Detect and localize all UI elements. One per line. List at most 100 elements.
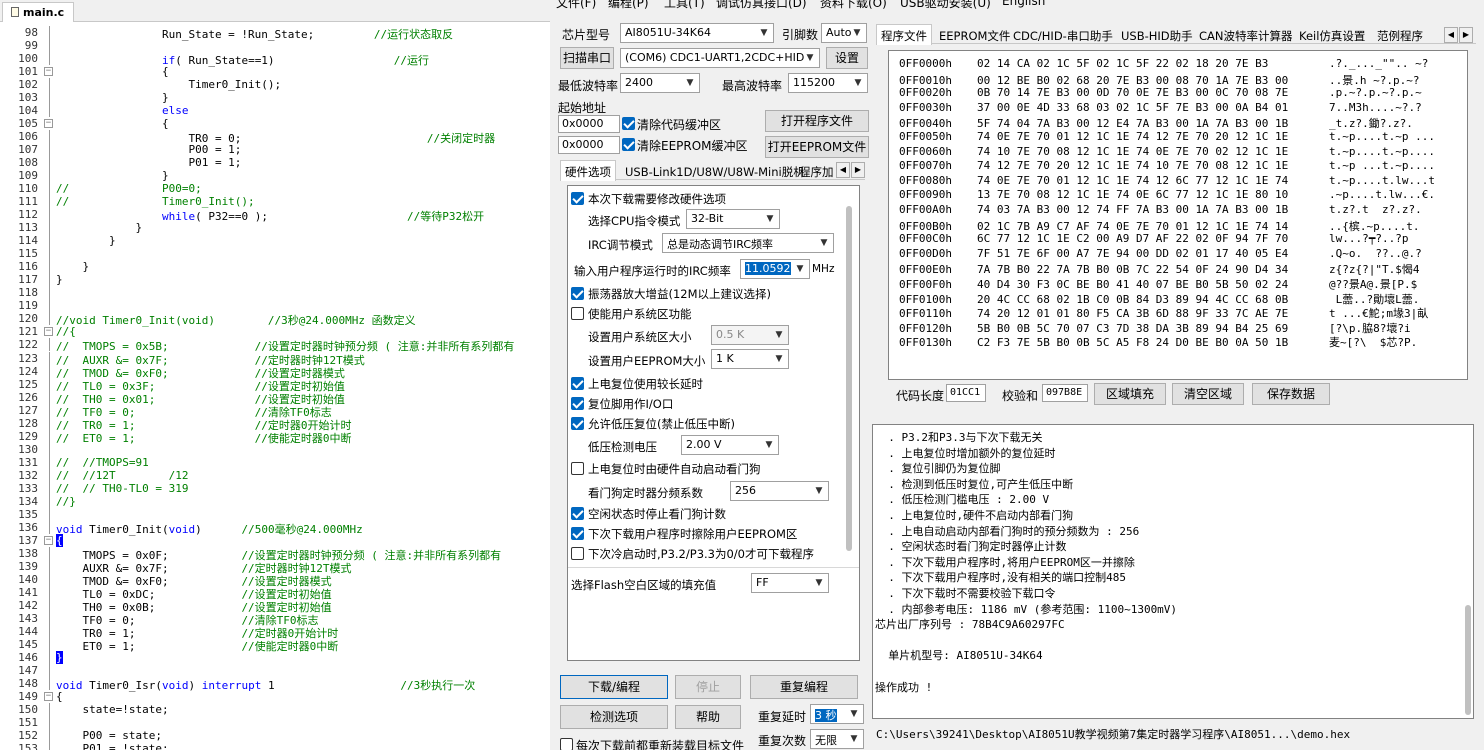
repeat-count-select[interactable]: 无限 ▼ xyxy=(810,729,864,749)
hex-bytes[interactable]: 37 00 0E 4D 33 68 03 02 1C 5F 7E B3 00 0… xyxy=(977,101,1329,114)
stop-button[interactable]: 停止 xyxy=(675,675,741,699)
clear-area-button[interactable]: 清空区域 xyxy=(1172,383,1244,405)
chip-model-select[interactable]: AI8051U-34K64 ▼ xyxy=(620,23,774,43)
code-start-address-input[interactable]: 0x0000 xyxy=(558,115,620,133)
p32-p33-checkbox[interactable] xyxy=(571,547,584,560)
hex-row[interactable]: 0FF0090h 13 7E 70 08 12 1C 1E 74 0E 6C 77… xyxy=(899,188,1435,201)
check-options-button[interactable]: 检测选项 xyxy=(560,705,668,729)
open-program-file-button[interactable]: 打开程序文件 xyxy=(765,110,869,132)
help-button[interactable]: 帮助 xyxy=(675,705,741,729)
hex-bytes[interactable]: 7A 7B B0 22 7A 7B B0 0B 7C 22 54 0F 24 9… xyxy=(977,263,1329,276)
hex-bytes[interactable]: 0B 70 14 7E B3 00 0D 70 0E 7E B3 00 0C 7… xyxy=(977,86,1329,99)
serial-port-select[interactable]: (COM6) CDC1-UART1,2CDC+HID ▼ xyxy=(620,48,820,68)
hex-bytes[interactable]: 74 0E 7E 70 01 12 1C 1E 74 12 6C 77 12 1… xyxy=(977,174,1329,187)
hex-ascii[interactable]: 麦~[?\ $芯?P. xyxy=(1329,336,1417,349)
hex-row[interactable]: 0FF0030h 37 00 0E 4D 33 68 03 02 1C 5F 7E… xyxy=(899,101,1422,114)
hex-bytes[interactable]: 74 0E 7E 70 01 12 1C 1E 74 12 7E 70 20 1… xyxy=(977,130,1329,143)
menu-tools[interactable]: 工具(T) xyxy=(664,0,705,11)
code-line[interactable]: { xyxy=(56,117,169,130)
user-sys-size-select[interactable]: 0.5 K ▼ xyxy=(711,325,789,345)
hex-bytes[interactable]: 13 7E 70 08 12 1C 1E 74 0E 6C 77 12 1C 1… xyxy=(977,188,1329,201)
min-baud-select[interactable]: 2400 ▼ xyxy=(620,73,700,93)
repeat-program-button[interactable]: 重复编程 xyxy=(750,675,858,699)
code-line[interactable]: else xyxy=(56,104,189,117)
fold-gutter[interactable]: − xyxy=(44,119,53,128)
hex-ascii[interactable]: [?\p.脇8?壞?i xyxy=(1329,322,1411,335)
menu-usb-driver[interactable]: USB驱动安装(U) xyxy=(900,0,991,11)
hex-ascii[interactable]: t.~p....t.~p ... xyxy=(1329,130,1435,143)
code-line[interactable]: //} xyxy=(56,495,76,508)
eeprom-start-address-input[interactable]: 0x0000 xyxy=(558,136,620,154)
tab-cdc-serial-helper[interactable]: CDC/HID-串口助手 xyxy=(1008,24,1118,44)
code-line[interactable]: // Timer0_Init(); xyxy=(56,195,255,208)
tab-eeprom-file[interactable]: EEPROM文件 xyxy=(934,24,1015,44)
modify-hw-options-checkbox[interactable] xyxy=(571,192,584,205)
fold-gutter[interactable]: − xyxy=(44,536,53,545)
code-line[interactable]: } xyxy=(56,234,116,247)
scan-port-button[interactable]: 扫描串口 xyxy=(560,47,614,69)
code-line[interactable]: state=!state; xyxy=(56,703,168,716)
code-line[interactable]: { xyxy=(56,534,63,547)
code-editor[interactable]: main.c 98 Run_State = !Run_State; //运行状态… xyxy=(0,0,550,750)
hex-ascii[interactable]: .Q~o. ??..@.? xyxy=(1329,247,1422,260)
hex-bytes[interactable]: 5F 74 04 7A B3 00 12 E4 7A B3 00 1A 7A B… xyxy=(977,117,1329,130)
code-line[interactable]: P01 = !state; xyxy=(56,742,168,750)
tab-hardware-options[interactable]: 硬件选项 xyxy=(560,160,616,181)
hex-ascii[interactable]: ..{槟.~p....t. xyxy=(1329,220,1419,233)
hex-bytes[interactable]: 5B B0 0B 5C 70 07 C3 7D 38 DA 3B 89 94 B… xyxy=(977,322,1329,335)
hex-row[interactable]: 0FF0120h 5B B0 0B 5C 70 07 C3 7D 38 DA 3B… xyxy=(899,320,1411,336)
hex-row[interactable]: 0FF0040h 5F 74 04 7A B3 00 12 E4 7A B3 00… xyxy=(899,115,1413,131)
lvd-voltage-select[interactable]: 2.00 V ▼ xyxy=(681,435,779,455)
fold-gutter[interactable]: − xyxy=(44,327,53,336)
hex-row[interactable]: 0FF0110h 74 20 12 01 01 80 F5 CA 3B 6D 88… xyxy=(899,305,1428,321)
code-line[interactable]: ET0 = 1; //使能定时器0中断 xyxy=(56,638,338,654)
cpu-mode-select[interactable]: 32-Bit ▼ xyxy=(686,209,780,229)
fold-gutter[interactable]: − xyxy=(44,692,53,701)
hex-scrollbar[interactable] xyxy=(1461,51,1467,379)
code-line[interactable]: P00 = state; xyxy=(56,729,161,742)
hex-row[interactable]: 0FF00D0h 7F 51 7E 6F 00 A7 7E 94 00 DD 02… xyxy=(899,247,1422,260)
code-line[interactable]: { xyxy=(56,65,169,78)
code-line[interactable]: P01 = 1; xyxy=(56,156,241,169)
hex-row[interactable]: 0FF00F0h 40 D4 30 F3 0C BE B0 41 40 07 BE… xyxy=(899,276,1417,292)
hex-ascii[interactable]: t.~p....t.lw...t xyxy=(1329,174,1435,187)
hex-row[interactable]: 0FF0010h 00 12 BE B0 02 68 20 7E B3 00 08… xyxy=(899,72,1419,88)
menu-downloads[interactable]: 资料下载(O) xyxy=(820,0,887,11)
tab-keil-settings[interactable]: Keil仿真设置 xyxy=(1294,24,1370,44)
hex-ascii[interactable]: t ...€鮀;m堟3|畒 xyxy=(1329,307,1428,320)
hex-row[interactable]: 0FF0070h 74 12 7E 70 20 12 1C 1E 74 10 7E… xyxy=(899,159,1435,172)
hex-ascii[interactable]: t.~p....t.~p.... xyxy=(1329,145,1435,158)
hex-bytes[interactable]: 6C 77 12 1C 1E C2 00 A9 D7 AF 22 02 0F 9… xyxy=(977,232,1329,245)
arrow-right-icon[interactable]: ▶ xyxy=(1459,27,1473,43)
hex-row[interactable]: 0FF00B0h 02 1C 7B A9 C7 AF 74 0E 7E 70 01… xyxy=(899,218,1419,234)
user-eeprom-size-select[interactable]: 1 K ▼ xyxy=(711,349,789,369)
hex-ascii[interactable]: z{?z{?|"T.$愒4 xyxy=(1329,263,1419,276)
hex-ascii[interactable]: lw...?┯?..?p xyxy=(1329,232,1408,245)
hex-row[interactable]: 0FF00E0h 7A 7B B0 22 7A 7B B0 0B 7C 22 54… xyxy=(899,261,1419,277)
reset-delay-checkbox[interactable] xyxy=(571,377,584,390)
code-line[interactable]: //{ xyxy=(56,325,76,338)
code-line[interactable]: } xyxy=(56,91,169,104)
tab-scroll-arrows[interactable]: ◀ ▶ xyxy=(836,161,866,178)
irc-freq-select[interactable]: 11.0592 ▼ xyxy=(740,259,810,279)
menu-english[interactable]: English xyxy=(1002,0,1045,8)
tab-can-baud-calc[interactable]: CAN波特率计算器 xyxy=(1194,24,1298,44)
hex-ascii[interactable]: .?._..._"".. ~? xyxy=(1329,57,1428,70)
hex-bytes[interactable]: 20 4C CC 68 02 1B C0 0B 84 D3 89 94 4C C… xyxy=(977,293,1329,306)
menu-debug[interactable]: 调试仿真接口(D) xyxy=(716,0,807,11)
hex-bytes[interactable]: 74 03 7A B3 00 12 74 FF 7A B3 00 1A 7A B… xyxy=(977,203,1329,216)
code-line[interactable]: //void Timer0_Init(void) //3秒@24.000MHz … xyxy=(56,312,416,328)
code-line[interactable]: } xyxy=(56,651,63,664)
hex-ascii[interactable]: t.~p ...t.~p.... xyxy=(1329,159,1435,172)
irc-mode-select[interactable]: 总是动态调节IRC频率 ▼ xyxy=(662,233,834,253)
code-line[interactable]: Timer0_Init(); xyxy=(56,78,281,91)
right-tab-scroll-arrows[interactable]: ◀ ▶ xyxy=(1444,26,1474,43)
download-program-button[interactable]: 下载/编程 xyxy=(560,675,668,699)
reload-file-checkbox[interactable] xyxy=(560,738,573,750)
tab-program-encrypt[interactable]: 程序加 xyxy=(794,160,839,180)
hex-bytes[interactable]: 40 D4 30 F3 0C BE B0 41 40 07 BE B0 5B 5… xyxy=(977,278,1329,291)
code-line[interactable]: } xyxy=(56,260,89,273)
hex-bytes[interactable]: 74 20 12 01 01 80 F5 CA 3B 6D 88 9F 33 7… xyxy=(977,307,1329,320)
hex-bytes[interactable]: 74 12 7E 70 20 12 1C 1E 74 10 7E 70 08 1… xyxy=(977,159,1329,172)
code-line[interactable]: void Timer0_Isr(void) interrupt 1 //3秒执行… xyxy=(56,677,475,693)
